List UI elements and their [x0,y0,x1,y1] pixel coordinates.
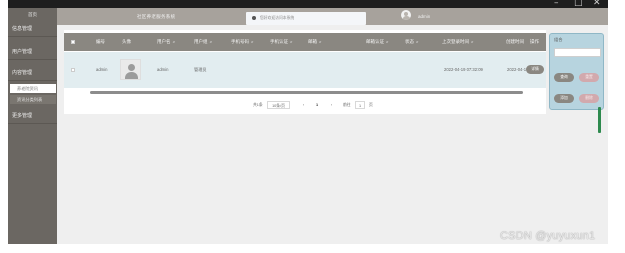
vertical-scrollbar-thumb[interactable] [598,107,601,133]
reset-button[interactable]: 重置 [579,73,599,82]
col-avatar: 头像 [122,39,131,44]
select-all-checkbox[interactable] [71,40,75,44]
page-size-select[interactable]: 10条/页 [267,101,290,109]
system-title: 社区养老服务系统 [137,14,176,19]
row-avatar-icon [120,59,141,80]
table-row[interactable]: admin admin 管理员 2022-04-19 07:32:09 2022… [64,52,546,88]
sidebar-item-content[interactable]: 内容管理 [8,65,57,81]
app-window: – □ ✕ 首页 信息管理 用户管理 内容管理 养老院资讯 资讯分类列表 更多管… [8,0,608,244]
next-page-icon[interactable]: › [328,101,335,109]
sidebar-item-info[interactable]: 信息管理 [8,21,57,37]
bell-icon [252,16,256,20]
watermark: CSDN @yuyuxun1 [500,230,596,242]
notice-box: 您好欢迎访问本系统 [246,12,366,25]
window-titlebar: – □ ✕ [8,0,608,8]
sidebar-item-users[interactable]: 用户管理 [8,44,57,60]
col-phone[interactable]: 手机号码 ⇵ [231,33,254,51]
page-unit: 页 [369,103,373,107]
col-id: 编号 [96,39,105,44]
col-phone-verified[interactable]: 手机认证 ⇵ [270,33,293,51]
current-user[interactable]: admin [418,8,430,25]
search-panel: 组合 查询 重置 添加 删除 [549,33,604,110]
col-last-login[interactable]: 上次登录时间 ⇵ [442,33,474,51]
total-count: 共1条 [253,103,263,107]
cell-last-login: 2022-04-19 07:32:09 [444,67,483,72]
maximize-icon[interactable]: □ [574,0,583,8]
cell-created: 2022-04-1 [507,67,527,72]
horizontal-scrollbar[interactable] [90,91,523,94]
main-content: 编号 头像 用户名 ⇵ 用户组 ⇵ 手机号码 ⇵ 手机认证 ⇵ 邮箱 ⇵ 邮箱认证 ⇵ 状态… [57,25,608,244]
prev-page-icon[interactable]: ‹ [300,101,307,109]
cell-username: admin [157,67,169,72]
top-bar: 社区养老服务系统 您好欢迎访问本系统 admin [57,8,608,25]
sidebar-home[interactable]: 首页 [8,10,57,19]
add-button[interactable]: 添加 [554,94,574,103]
close-icon[interactable]: ✕ [593,0,601,8]
row-checkbox[interactable] [71,68,75,72]
notice-text: 您好欢迎访问本系统 [260,16,295,20]
col-username[interactable]: 用户名 ⇵ [157,33,175,51]
pagination: 共1条 10条/页 ‹ 1 › 前往 1 页 [64,100,546,110]
search-button[interactable]: 查询 [554,73,574,82]
sidebar-item-more[interactable]: 更多管理 [8,108,57,124]
current-page[interactable]: 1 [313,101,321,109]
minimize-icon[interactable]: – [554,0,559,8]
col-email-verified[interactable]: 邮箱认证 ⇵ [366,33,389,51]
user-table: 编号 头像 用户名 ⇵ 用户组 ⇵ 手机号码 ⇵ 手机认证 ⇵ 邮箱 ⇵ 邮箱认证 ⇵ 状态… [64,30,546,114]
col-status[interactable]: 状态 ⇵ [405,33,419,51]
col-group[interactable]: 用户组 ⇵ [194,33,212,51]
goto-label: 前往 [343,103,351,107]
cell-id: admin [96,67,108,72]
search-input[interactable] [554,48,601,57]
search-panel-label: 组合 [554,37,563,42]
detail-button[interactable]: 详情 [526,65,544,74]
table-header: 编号 头像 用户名 ⇵ 用户组 ⇵ 手机号码 ⇵ 手机认证 ⇵ 邮箱 ⇵ 邮箱认证 ⇵ 状态… [64,33,546,51]
sidebar-subitem-categories[interactable]: 资讯分类列表 [10,95,56,104]
delete-button[interactable]: 删除 [579,94,599,103]
col-created[interactable]: 创建时间 [506,33,524,51]
cell-group: 管理员 [194,67,207,72]
col-action: 操作 [530,39,539,44]
sidebar: 首页 信息管理 用户管理 内容管理 养老院资讯 资讯分类列表 更多管理 [8,8,57,244]
sidebar-subitem-news[interactable]: 养老院资讯 [10,84,56,93]
user-avatar-icon[interactable] [401,10,411,20]
col-email[interactable]: 邮箱 ⇵ [308,33,322,51]
goto-page-input[interactable]: 1 [355,101,365,109]
